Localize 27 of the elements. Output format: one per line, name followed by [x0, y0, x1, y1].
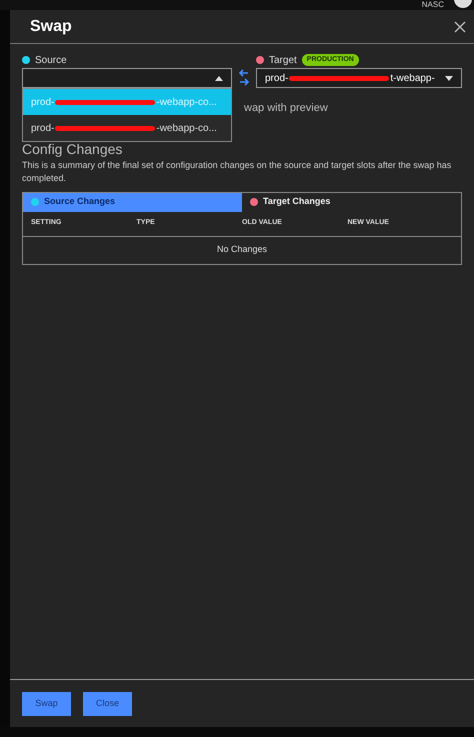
close-icon[interactable] [454, 20, 466, 32]
tab-label: Source Changes [44, 195, 116, 208]
target-dropdown[interactable]: prod- t-webapp- [256, 68, 462, 88]
config-description: This is a summary of the final set of configuration changes on the source and target slots after the swap has completed. [22, 158, 452, 184]
config-heading: Config Changes [22, 140, 124, 156]
source-label: Source [35, 54, 67, 68]
footer-button[interactable]: Swap [22, 692, 71, 716]
target-text: t-webapp- [390, 72, 435, 86]
caret-icon [445, 76, 453, 80]
blade-title: Swap [30, 16, 72, 36]
option-text: prod- [31, 96, 54, 110]
dropdown-option[interactable]: prod- -webapp-co... [23, 115, 231, 141]
preview-option-text: wap with preview [244, 101, 329, 116]
option-text: -webapp-co... [156, 122, 217, 136]
empty-message: No Changes [216, 243, 268, 256]
target-text: prod- [265, 72, 288, 86]
user-name: NASC [422, 0, 444, 10]
option-text: -webapp-co... [156, 96, 217, 110]
tab-label: Target Changes [263, 195, 330, 208]
changes-tab[interactable]: Target Changes [242, 192, 461, 212]
target-label: Target [269, 54, 297, 68]
option-text: prod- [31, 122, 54, 136]
caret-icon [215, 76, 223, 80]
changes-tab[interactable]: Source Changes [23, 192, 242, 212]
footer-button[interactable]: Close [83, 692, 132, 716]
swap-arrows-icon[interactable] [238, 69, 250, 87]
source-dropdown[interactable] [22, 68, 232, 88]
